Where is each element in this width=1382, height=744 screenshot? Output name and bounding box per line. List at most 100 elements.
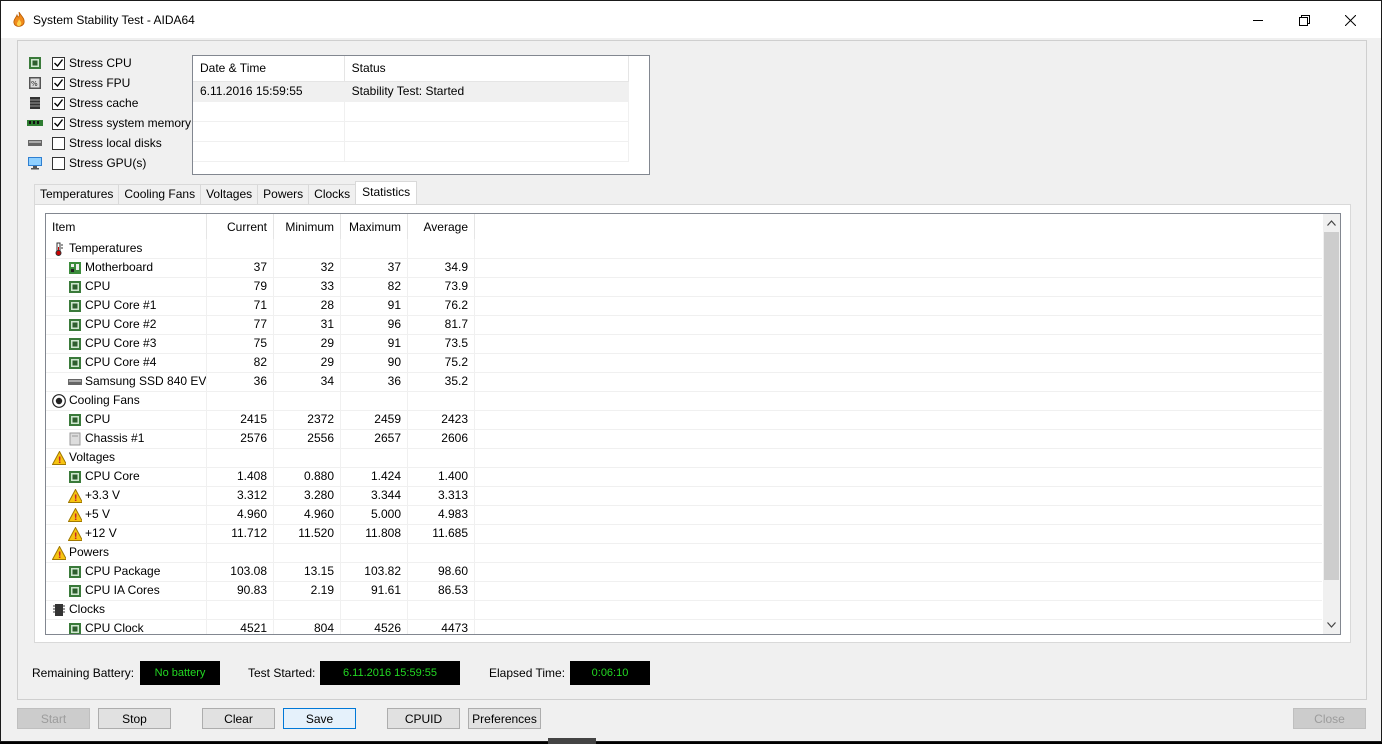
table-row[interactable]: CPU Core #1 71 28 91 76.2 — [46, 296, 1322, 316]
table-row[interactable]: CPU Core 1.408 0.880 1.424 1.400 — [46, 467, 1322, 487]
restore-button[interactable] — [1281, 7, 1327, 33]
tab-statistics[interactable]: Statistics — [355, 181, 418, 204]
table-row[interactable]: CPU IA Cores 90.83 2.19 91.61 86.53 — [46, 581, 1322, 601]
checkbox-checked[interactable] — [52, 96, 65, 110]
stress-option-label: Stress FPU — [69, 76, 131, 90]
warning-icon: ! — [52, 545, 66, 560]
current-value: 103.08 — [207, 562, 274, 581]
maximum-value — [341, 391, 408, 410]
table-row[interactable]: Motherboard 37 32 37 34.9 — [46, 258, 1322, 278]
stress-option-label: Stress cache — [69, 96, 139, 110]
test-started-label: Test Started: — [248, 666, 316, 680]
group-row[interactable]: Clocks — [46, 600, 1322, 620]
col-minimum[interactable]: Minimum — [274, 214, 341, 239]
cpuid-button[interactable]: CPUID — [387, 708, 460, 729]
stress-option[interactable]: % Stress FPU — [27, 74, 130, 92]
scroll-down-icon[interactable] — [1323, 616, 1340, 633]
maximum-value — [341, 448, 408, 467]
col-average[interactable]: Average — [408, 214, 475, 239]
chip-icon — [68, 318, 82, 332]
group-row[interactable]: Cooling Fans — [46, 391, 1322, 411]
log-header: Date & Time Status — [193, 56, 629, 82]
table-row[interactable]: CPU Core #4 82 29 90 75.2 — [46, 353, 1322, 373]
table-row[interactable]: CPU 79 33 82 73.9 — [46, 277, 1322, 297]
table-row[interactable]: CPU Core #3 75 29 91 73.5 — [46, 334, 1322, 354]
checkbox-unchecked[interactable] — [52, 156, 65, 170]
table-row[interactable]: CPU Package 103.08 13.15 103.82 98.60 — [46, 562, 1322, 582]
save-button[interactable]: Save — [283, 708, 356, 729]
maximum-value — [341, 600, 408, 619]
statistics-grid[interactable]: Item Current Minimum Maximum Average Tem… — [45, 213, 1341, 635]
average-value: 81.7 — [408, 315, 475, 334]
row-label: Voltages — [69, 450, 116, 464]
clear-button[interactable]: Clear — [202, 708, 275, 729]
tab-powers[interactable]: Powers — [257, 184, 310, 204]
stress-option[interactable]: Stress CPU — [27, 54, 132, 72]
table-row[interactable]: CPU 2415 2372 2459 2423 — [46, 410, 1322, 430]
start-button[interactable]: Start — [17, 708, 90, 729]
minimize-button[interactable] — [1235, 7, 1281, 33]
average-value: 11.685 — [408, 524, 475, 543]
row-filler — [475, 581, 1322, 600]
log-col-datetime[interactable]: Date & Time — [193, 56, 345, 81]
scroll-up-icon[interactable] — [1323, 214, 1340, 231]
stress-option[interactable]: Stress cache — [27, 94, 138, 112]
table-row[interactable]: Chassis #1 2576 2556 2657 2606 — [46, 429, 1322, 449]
stress-option-label: Stress system memory — [69, 116, 192, 130]
col-maximum[interactable]: Maximum — [341, 214, 408, 239]
preferences-button[interactable]: Preferences — [468, 708, 541, 729]
maximum-value: 1.424 — [341, 467, 408, 486]
tab-temperatures[interactable]: Temperatures — [34, 184, 120, 204]
event-log-table[interactable]: Date & Time Status 6.11.2016 15:59:55 St… — [192, 55, 650, 175]
table-row[interactable]: ! +5 V 4.960 4.960 5.000 4.983 — [46, 505, 1322, 525]
window-title: System Stability Test - AIDA64 — [33, 13, 195, 27]
table-row[interactable]: ! +3.3 V 3.312 3.280 3.344 3.313 — [46, 486, 1322, 506]
current-value: 90.83 — [207, 581, 274, 600]
chip-icon — [68, 565, 82, 579]
checkbox-checked[interactable] — [52, 116, 65, 130]
table-row[interactable]: CPU Core #2 77 31 96 81.7 — [46, 315, 1322, 335]
vertical-scrollbar[interactable] — [1323, 214, 1340, 634]
stress-option[interactable]: Stress GPU(s) — [27, 154, 146, 172]
checkbox-unchecked[interactable] — [52, 136, 65, 150]
row-label: CPU IA Cores — [85, 583, 160, 597]
col-item[interactable]: Item — [46, 214, 207, 239]
row-item-cell: CPU — [46, 410, 207, 429]
scroll-thumb[interactable] — [1324, 232, 1339, 580]
close-window-button[interactable] — [1327, 7, 1373, 33]
minimum-value: 2556 — [274, 429, 341, 448]
elapsed-time-value: 0:06:10 — [570, 661, 650, 685]
table-row[interactable]: CPU Clock 4521 804 4526 4473 — [46, 619, 1322, 634]
minimum-value: 4.960 — [274, 505, 341, 524]
minimum-value: 13.15 — [274, 562, 341, 581]
maximum-value: 90 — [341, 353, 408, 372]
group-row[interactable]: Temperatures — [46, 239, 1322, 259]
row-filler — [475, 467, 1322, 486]
title-bar[interactable]: System Stability Test - AIDA64 — [1, 1, 1381, 38]
row-item-cell: CPU — [46, 277, 207, 296]
maximum-value — [341, 239, 408, 258]
table-row[interactable]: ! +12 V 11.712 11.520 11.808 11.685 — [46, 524, 1322, 544]
stop-button[interactable]: Stop — [98, 708, 171, 729]
log-row[interactable]: 6.11.2016 15:59:55 Stability Test: Start… — [193, 82, 629, 102]
stress-option-label: Stress GPU(s) — [69, 156, 147, 170]
tab-strip: Temperatures Cooling Fans Voltages Powers Cl… — [34, 181, 418, 204]
log-col-status[interactable]: Status — [345, 56, 629, 81]
checkbox-checked[interactable] — [52, 56, 65, 70]
row-label: Cooling Fans — [69, 393, 140, 407]
group-row[interactable]: ! Voltages — [46, 448, 1322, 468]
group-row[interactable]: ! Powers — [46, 543, 1322, 563]
tab-cooling-fans[interactable]: Cooling Fans — [118, 184, 202, 204]
close-button[interactable]: Close — [1293, 708, 1366, 729]
tab-clocks[interactable]: Clocks — [308, 184, 357, 204]
stress-option[interactable]: Stress local disks — [27, 134, 162, 152]
table-row[interactable]: Samsung SSD 840 EV... 36 34 36 35.2 — [46, 372, 1322, 392]
tab-voltages[interactable]: Voltages — [200, 184, 259, 204]
col-current[interactable]: Current — [207, 214, 274, 239]
current-value: 75 — [207, 334, 274, 353]
log-row-empty — [193, 142, 629, 162]
stress-option[interactable]: Stress system memory — [27, 114, 191, 132]
checkbox-checked[interactable] — [52, 76, 65, 90]
svg-text:!: ! — [74, 494, 78, 503]
row-filler — [475, 334, 1322, 353]
